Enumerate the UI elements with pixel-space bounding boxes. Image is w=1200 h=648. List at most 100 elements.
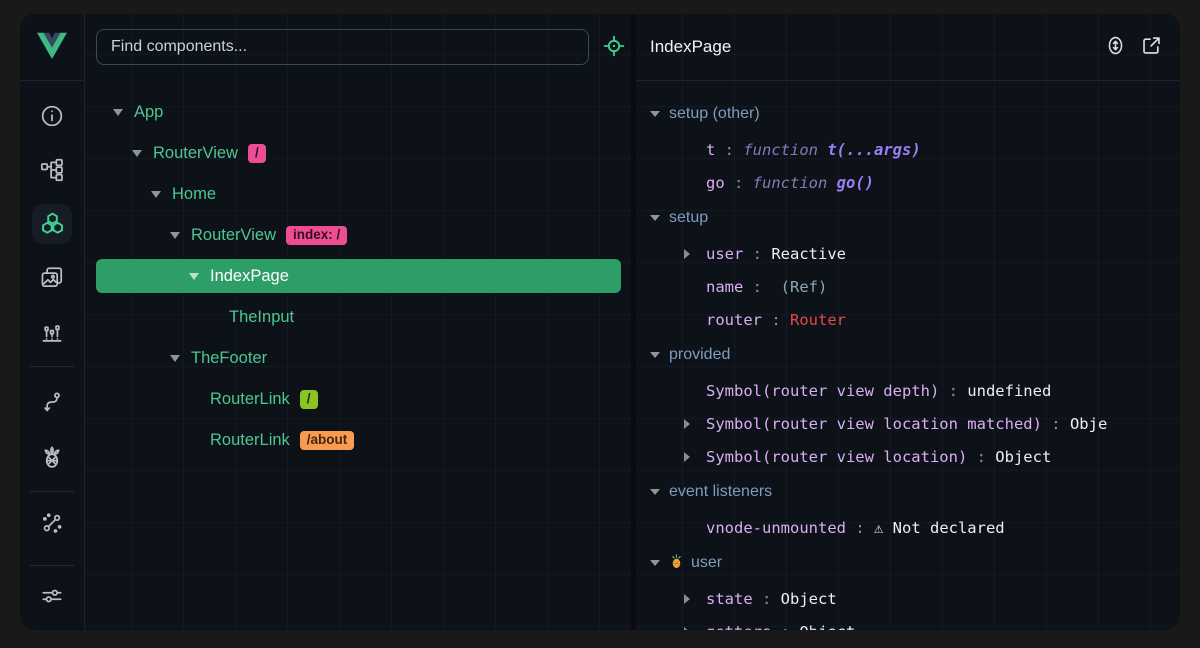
tree-item-label: RouterView [153,144,238,163]
pinia-store-icon [669,552,684,574]
section-header-user[interactable]: user [650,544,1180,582]
component-picker-icon [602,34,626,61]
tree-item-routerview[interactable]: RouterView index: / [85,215,631,256]
key-value-separator: : [743,278,771,296]
caret-down-icon[interactable] [650,211,668,225]
sidebar-item-timeline[interactable] [32,312,72,352]
scroll-to-component-icon [1104,34,1127,60]
sidebar-item-pinia[interactable] [32,437,72,477]
state-row-state[interactable]: state : Object [650,582,1180,615]
inspector-body: setup (other) t : function t(...args)go :… [636,81,1180,630]
state-value: Router [790,311,846,329]
state-row-t: t : function t(...args) [650,133,1180,166]
section-label: setup (other) [669,105,760,123]
caret-placeholder [208,311,229,325]
state-key: Symbol(router view depth) [706,382,939,400]
caret-right-icon[interactable] [684,248,706,260]
tree-item-app[interactable]: App [85,92,631,133]
inspector-title: IndexPage [650,37,1094,57]
inspector-header: IndexPage [636,14,1180,81]
state-value: Object [799,623,855,631]
caret-down-icon[interactable] [170,352,191,366]
sidebar-item-settings[interactable] [32,576,72,616]
route-badge: index: / [286,226,347,245]
open-in-editor-button[interactable] [1136,32,1166,62]
state-row-vnode-unmounted: vnode-unmounted : ⚠ Not declared [650,511,1180,544]
section-label: provided [669,346,730,364]
tree-item-routerview[interactable]: RouterView / [85,133,631,174]
settings-icon [39,583,65,609]
caret-placeholder [684,281,706,293]
state-value: ⚠ [874,519,893,537]
tree-item-thefooter[interactable]: TheFooter [85,338,631,379]
state-row-go: go : function go() [650,166,1180,199]
caret-down-icon[interactable] [650,107,668,121]
tree-item-label: TheFooter [191,349,267,368]
sidebar-item-pages[interactable] [32,258,72,298]
state-key: vnode-unmounted [706,519,846,537]
sidebar-item-info[interactable] [32,96,72,136]
component-tree-icon [39,157,65,183]
section-header-provided[interactable]: provided [650,336,1180,374]
tree-item-home[interactable]: Home [85,174,631,215]
pinia-icon [39,444,65,470]
section-header-setup[interactable]: setup [650,199,1180,237]
caret-right-icon[interactable] [684,451,706,463]
caret-down-icon[interactable] [151,188,172,202]
section-label: event listeners [669,483,772,501]
state-value: go() [837,174,874,192]
components-panel: App RouterView / Home RouterView index: / Inde… [85,14,631,630]
state-key: user [706,245,743,263]
tree-item-label: App [134,103,163,122]
inspector-panel: IndexPage setup (other) t : function t(..… [636,14,1180,630]
caret-right-icon[interactable] [684,593,706,605]
tree-item-theinput[interactable]: TheInput [85,297,631,338]
key-value-separator: : [846,519,874,537]
caret-placeholder [684,385,706,397]
state-key: router [706,311,762,329]
state-value: Reactive [771,245,846,263]
state-value: function [743,141,827,159]
section-header-event-listeners[interactable]: event listeners [650,473,1180,511]
route-badge: /about [300,431,355,450]
state-value: (Ref) [771,278,827,296]
tree-item-indexpage[interactable]: IndexPage [85,256,631,297]
tree-item-label: TheInput [229,308,294,327]
caret-down-icon[interactable] [650,348,668,362]
scroll-to-component-button[interactable] [1100,32,1130,62]
tree-item-label: RouterLink [210,431,290,450]
sidebar-item-graph[interactable] [32,503,72,543]
caret-down-icon[interactable] [189,270,210,284]
sidebar-nav [20,81,84,630]
sidebar-item-router[interactable] [32,383,72,423]
state-value: Obje [1070,415,1107,433]
tree-item-label: IndexPage [210,267,289,286]
components-icon [39,211,66,238]
tree-item-routerlink[interactable]: RouterLink/ [85,379,631,420]
tree-item-label: Home [172,185,216,204]
sidebar-item-component-tree[interactable] [32,150,72,190]
key-value-separator: : [725,174,753,192]
component-picker-button[interactable] [597,30,631,64]
sidebar-item-components[interactable] [32,204,72,244]
caret-right-icon[interactable] [684,418,706,430]
tree-item-routerlink[interactable]: RouterLink/about [85,420,631,461]
caret-down-icon[interactable] [650,556,668,570]
section-header-setup-other-[interactable]: setup (other) [650,95,1180,133]
tree-item-label: RouterView [191,226,276,245]
caret-down-icon[interactable] [132,147,153,161]
open-in-editor-icon [1140,34,1163,60]
route-badge: / [300,390,318,409]
route-badge: / [248,144,266,163]
caret-right-icon[interactable] [684,626,706,631]
state-row-symbol-router-view-location-matched-[interactable]: Symbol(router view location matched) : O… [650,407,1180,440]
state-row-user[interactable]: user : Reactive [650,237,1180,270]
caret-down-icon[interactable] [170,229,191,243]
state-row-symbol-router-view-location-[interactable]: Symbol(router view location) : Object [650,440,1180,473]
caret-down-icon[interactable] [113,106,134,120]
state-row-getters[interactable]: getters : Object [650,615,1180,630]
search-input[interactable] [96,29,589,65]
key-value-separator: : [939,382,967,400]
caret-placeholder [684,522,706,534]
caret-down-icon[interactable] [650,485,668,499]
